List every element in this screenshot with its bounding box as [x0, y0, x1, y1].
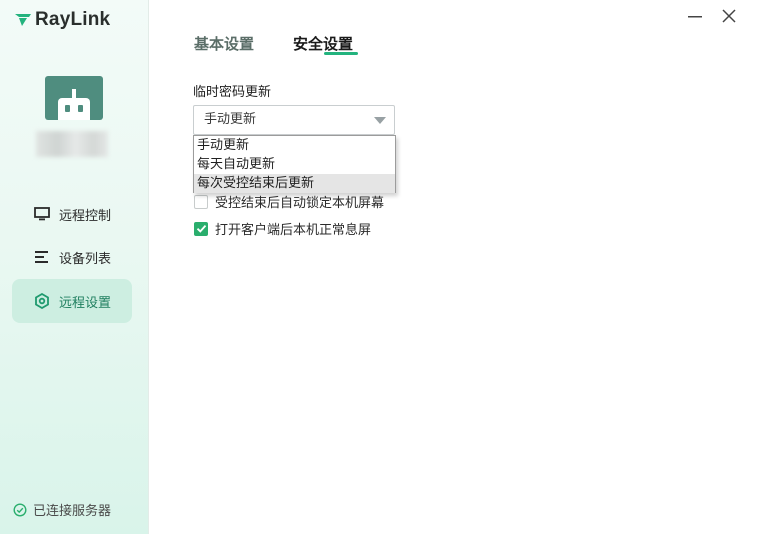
tab-security-settings[interactable]: 安全设置	[293, 33, 353, 54]
connection-status: 已连接服务器	[13, 500, 111, 519]
temp-password-select[interactable]: 手动更新	[193, 105, 395, 135]
dropdown-option-daily[interactable]: 每天自动更新	[194, 155, 395, 174]
monitor-icon	[34, 207, 50, 221]
hexagon-settings-icon	[35, 293, 49, 309]
screen-sleep-option: 打开客户端后本机正常息屏	[194, 219, 371, 238]
temp-password-dropdown: 手动更新 每天自动更新 每次受控结束后更新	[193, 135, 396, 193]
checkbox-label: 打开客户端后本机正常息屏	[215, 223, 372, 238]
screen-sleep-checkbox[interactable]	[194, 221, 208, 236]
close-icon[interactable]	[720, 7, 738, 25]
sidebar-item-remote-control[interactable]: 远程控制	[12, 192, 132, 236]
lock-screen-option: 受控结束后自动锁定本机屏幕	[194, 192, 384, 211]
checkbox-label: 受控结束后自动锁定本机屏幕	[215, 196, 385, 211]
select-value: 手动更新	[204, 112, 257, 127]
dropdown-option-manual[interactable]: 手动更新	[194, 136, 395, 155]
status-text: 已连接服务器	[33, 504, 112, 519]
sidebar-item-device-list[interactable]: 设备列表	[12, 235, 132, 279]
active-tab-indicator	[324, 52, 358, 55]
temp-password-label: 临时密码更新	[193, 85, 272, 100]
avatar[interactable]	[45, 76, 103, 120]
sidebar-item-label: 远程设置	[59, 295, 112, 311]
minimize-icon[interactable]	[686, 7, 704, 25]
sidebar-item-label: 远程控制	[59, 208, 112, 224]
check-circle-icon	[13, 502, 27, 517]
app-logo: RayLink	[14, 8, 110, 32]
sidebar: RayLink 远程控制 设备列表 远程设置 已连接服务器	[0, 0, 149, 534]
chevron-down-icon	[374, 117, 386, 124]
checkmark-icon	[196, 224, 206, 233]
username-redacted	[36, 131, 108, 157]
sidebar-item-remote-settings[interactable]: 远程设置	[12, 279, 132, 323]
dropdown-option-after-session[interactable]: 每次受控结束后更新	[194, 174, 395, 193]
list-icon	[35, 251, 48, 263]
sidebar-item-label: 设备列表	[59, 251, 112, 267]
raylink-logo-icon	[15, 14, 31, 26]
lock-screen-checkbox[interactable]	[194, 194, 208, 209]
tab-basic-settings[interactable]: 基本设置	[194, 33, 254, 54]
app-name: RayLink	[35, 9, 111, 30]
